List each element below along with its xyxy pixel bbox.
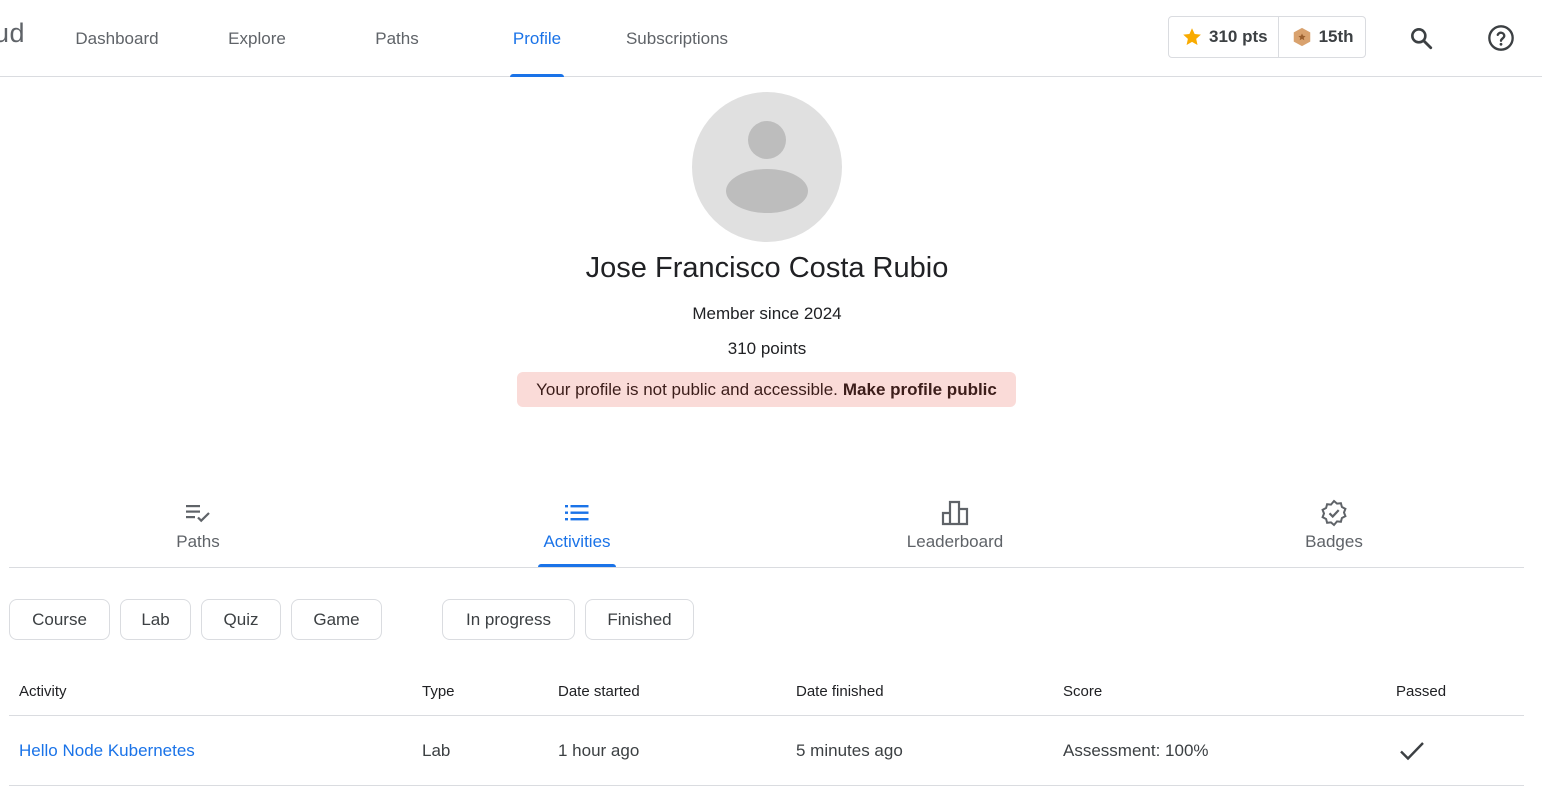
filter-chip-in-progress[interactable]: In progress [442, 599, 575, 640]
list-icon [565, 505, 589, 521]
tab-badges[interactable]: Badges [1301, 490, 1367, 567]
search-button[interactable] [1403, 20, 1439, 56]
rank-stat[interactable]: 15th [1277, 17, 1364, 57]
help-button[interactable] [1483, 20, 1519, 56]
filter-chip-course[interactable]: Course [9, 599, 110, 640]
verified-badge-icon [1321, 499, 1347, 527]
profile-section-tabs: Paths Activities Leaderboard Badges [9, 490, 1524, 568]
check-icon [1400, 741, 1424, 760]
filter-chip-game[interactable]: Game [291, 599, 382, 640]
avatar [692, 92, 842, 242]
column-header-type[interactable]: Type [422, 668, 455, 715]
activity-date-finished: 5 minutes ago [796, 740, 903, 760]
tab-badges-label: Badges [1305, 532, 1363, 551]
column-header-score[interactable]: Score [1063, 668, 1102, 715]
nav-tab-paths[interactable]: Paths [366, 0, 428, 77]
rank-hexagon-icon [1293, 27, 1310, 47]
notice-text: Your profile is not public and accessibl… [536, 379, 838, 399]
activity-type: Lab [422, 740, 451, 760]
column-header-activity[interactable]: Activity [19, 668, 67, 715]
search-icon [1411, 28, 1433, 50]
nav-tab-profile[interactable]: Profile [510, 0, 564, 77]
column-header-date-started[interactable]: Date started [558, 668, 640, 715]
activities-table: Activity Type Date started Date finished… [9, 668, 1524, 786]
table-row: Hello Node Kubernetes Lab 1 hour ago 5 m… [9, 716, 1524, 786]
nav-tab-dashboard[interactable]: Dashboard [64, 0, 170, 77]
top-app-bar: ud Dashboard Explore Paths Profile Subsc… [0, 0, 1542, 77]
activity-score: Assessment: 100% [1063, 740, 1209, 760]
make-profile-public-link[interactable]: Make profile public [843, 380, 997, 400]
points-label: 310 pts [1209, 27, 1268, 46]
filter-chip-lab[interactable]: Lab [120, 599, 191, 640]
star-icon [1183, 28, 1201, 45]
brand-logo-fragment[interactable]: ud [0, 18, 25, 49]
nav-tab-subscriptions[interactable]: Subscriptions [614, 0, 740, 77]
nav-tab-explore[interactable]: Explore [218, 0, 296, 77]
filter-chip-finished[interactable]: Finished [585, 599, 694, 640]
table-header: Activity Type Date started Date finished… [9, 668, 1524, 716]
tab-leaderboard[interactable]: Leaderboard [899, 490, 1011, 567]
activity-link[interactable]: Hello Node Kubernetes [19, 716, 195, 785]
points-stat[interactable]: 310 pts [1169, 17, 1278, 57]
filter-chip-quiz[interactable]: Quiz [201, 599, 281, 640]
points-rank-widget[interactable]: 310 pts 15th [1168, 16, 1366, 58]
help-icon [1488, 25, 1514, 51]
tab-activities[interactable]: Activities [538, 490, 616, 567]
member-since: Member since 2024 [692, 304, 842, 323]
column-header-date-finished[interactable]: Date finished [796, 668, 884, 715]
profile-visibility-notice: Your profile is not public and accessibl… [517, 372, 1016, 407]
tab-activities-label: Activities [543, 532, 611, 551]
person-silhouette-icon [726, 121, 808, 213]
column-header-passed[interactable]: Passed [1396, 668, 1446, 715]
rank-label: 15th [1318, 27, 1354, 46]
profile-points: 310 points [727, 339, 807, 358]
activity-date-started: 1 hour ago [558, 740, 640, 760]
profile-name: Jose Francisco Costa Rubio [585, 252, 949, 284]
tab-paths[interactable]: Paths [171, 490, 225, 567]
passed-check-cell [1399, 716, 1425, 785]
tab-paths-label: Paths [176, 532, 220, 551]
tab-leaderboard-label: Leaderboard [906, 532, 1004, 551]
leaderboard-icon [941, 500, 969, 526]
playlist-check-icon [186, 505, 210, 523]
